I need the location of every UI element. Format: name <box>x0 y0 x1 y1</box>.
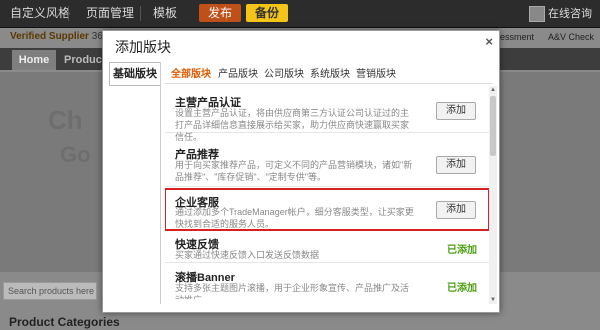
avatar <box>529 6 545 23</box>
toolbar-divider <box>140 6 141 21</box>
nav-products: Produc <box>64 54 102 66</box>
block-description: 用于向买家推荐产品，可定义不同的产品营销模块，诸如"新品推荐"、"库存促销"、"… <box>175 160 413 182</box>
product-categories-title: Product Categories <box>9 315 120 329</box>
list-item: 滚播Banner 支持多张主题图片滚播，用于企业形象宣传、产品推广及活动推广 已… <box>165 265 489 299</box>
online-consult[interactable]: 在线咨询 <box>529 5 592 23</box>
tab-product-blocks[interactable]: 产品版块 <box>218 65 258 80</box>
block-description: 买家通过快速反馈入口发送反馈数据 <box>175 250 320 260</box>
block-description: 通过添加多个TradeManager帐户，细分客服类型，让买家更快找到合适的服务… <box>175 207 414 229</box>
verified-supplier-label: Verified Supplier <box>10 31 89 42</box>
nav-home: Home <box>12 50 56 70</box>
add-button[interactable]: 添加 <box>436 156 476 174</box>
list-item-highlighted: 企业客服 通过添加多个TradeManager帐户，细分客服类型，让买家更快找到… <box>165 188 489 231</box>
online-consult-label: 在线咨询 <box>548 8 592 20</box>
add-block-dialog: 添加版块 × 基础版块 全部版块 产品版块 公司版块 系统版块 营销版块 主营产… <box>102 30 500 313</box>
banner-text: Ch <box>48 105 83 135</box>
tab-marketing-blocks[interactable]: 营销版块 <box>356 65 396 80</box>
add-button[interactable]: 添加 <box>436 201 476 219</box>
list-item: 主营产品认证 设置主营产品认证，将由供应商第三方认证公司认证过的主打产品详细信息… <box>165 84 489 142</box>
publish-button[interactable]: 发布 <box>199 4 241 22</box>
custom-style-menu[interactable]: 自定义风格 <box>10 0 70 27</box>
abv-check-link: A&V Check <box>548 32 595 42</box>
scroll-thumb[interactable] <box>490 96 496 156</box>
scroll-up-icon[interactable]: ▲ <box>489 86 497 94</box>
banner-text: Go <box>60 142 91 167</box>
tab-basic-blocks[interactable]: 基础版块 <box>109 62 160 86</box>
tab-company-blocks[interactable]: 公司版块 <box>264 65 304 80</box>
tab-system-blocks[interactable]: 系统版块 <box>310 65 350 80</box>
verified-supplier-badge: Verified Supplier 360 <box>10 31 108 42</box>
left-category-column <box>109 62 161 304</box>
added-status: 已添加 <box>447 245 477 256</box>
block-description: 支持多张主题图片滚播，用于企业形象宣传、产品推广及活动推广 <box>175 283 410 299</box>
toolbar-divider <box>68 6 69 21</box>
tab-all-blocks[interactable]: 全部版块 <box>171 65 211 80</box>
scroll-down-icon[interactable]: ▼ <box>489 296 497 304</box>
close-icon[interactable]: × <box>485 34 493 49</box>
page-management-menu[interactable]: 页面管理 <box>86 0 134 27</box>
list-item: 产品推荐 用于向买家推荐产品，可定义不同的产品营销模块，诸如"新品推荐"、"库存… <box>165 134 489 187</box>
backup-button[interactable]: 备份 <box>246 4 288 22</box>
add-button[interactable]: 添加 <box>436 102 476 120</box>
search-input: Search products here <box>3 282 97 300</box>
top-toolbar: 自定义风格 页面管理 模板 发布 备份 在线咨询 <box>0 0 600 28</box>
template-menu[interactable]: 模板 <box>153 0 177 27</box>
list-item: 快速反馈 买家通过快速反馈入口发送反馈数据 已添加 <box>165 232 489 263</box>
list-scrollbar[interactable]: ▲ ▼ <box>489 86 497 304</box>
added-status: 已添加 <box>447 283 477 294</box>
block-list: 主营产品认证 设置主营产品认证，将由供应商第三方认证公司认证过的主打产品详细信息… <box>165 84 489 299</box>
dialog-title: 添加版块 <box>115 39 171 55</box>
